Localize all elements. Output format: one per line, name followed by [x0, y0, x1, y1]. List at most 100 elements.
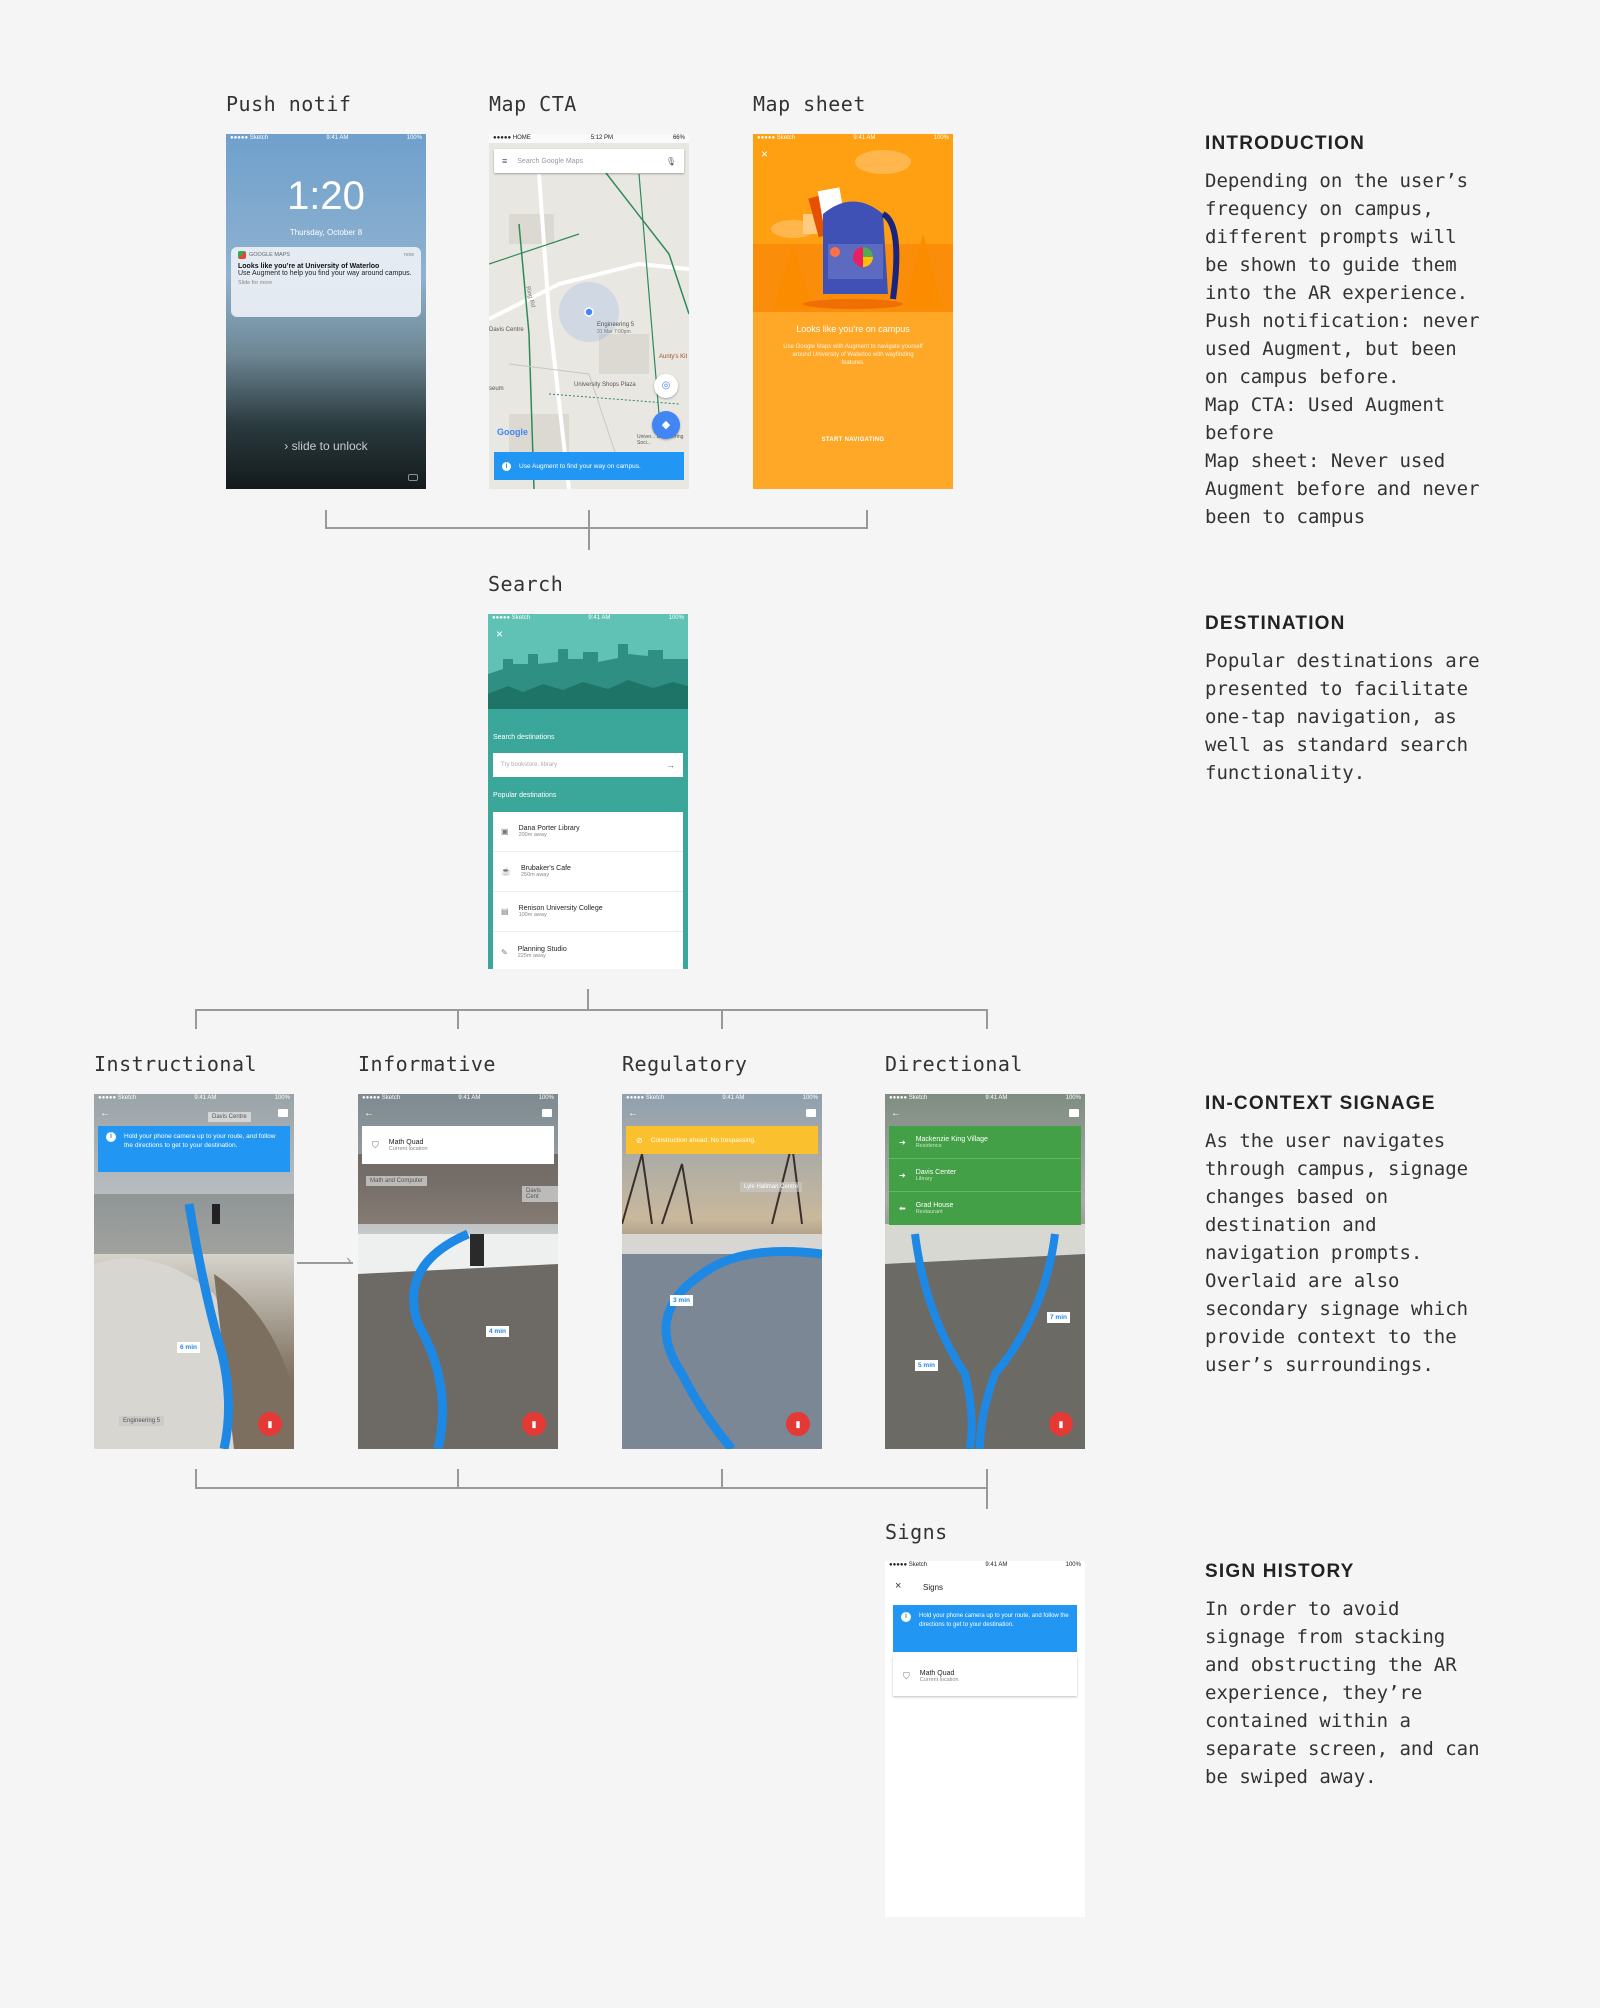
signs-icon[interactable] [542, 1109, 552, 1117]
secondary-sign-e5: Engineering 5 [119, 1416, 165, 1426]
location-card: ⛉ Math Quad Current location [362, 1126, 554, 1164]
signs-title: Signs [923, 1583, 944, 1592]
building-icon: ▤ [501, 907, 509, 916]
start-navigating-button[interactable]: START NAVIGATING [753, 437, 953, 443]
eta-badge: 7 min [1047, 1312, 1070, 1323]
google-logo: Google [497, 427, 528, 437]
eta-badge: 5 min [915, 1360, 938, 1371]
map-sheet-screen: ●●●●● Sketch 9:41 AM 100% × Looks like you… [753, 134, 953, 489]
map-fab[interactable]: ▮ [522, 1412, 546, 1436]
destination-search-input[interactable]: Try bookstore, library → [493, 753, 683, 777]
label-regulatory: Regulatory [622, 1052, 748, 1076]
campus-skyline-illustration [488, 614, 688, 744]
label-signs: Signs [885, 1520, 948, 1544]
arrow-right-icon: ➔ [899, 1137, 906, 1147]
shield-icon: ⛉ [372, 1139, 379, 1150]
popular-heading: Popular destinations [493, 792, 557, 799]
back-arrow-icon[interactable]: ← [891, 1108, 901, 1119]
map-label-davis: Davis Centre [489, 327, 524, 333]
sign-instruction-card[interactable]: i Hold your phone camera up to your rout… [893, 1605, 1077, 1652]
popular-list: ▣ Dana Porter Library 200m away ☕ Brubake… [493, 812, 683, 969]
lock-date: Thursday, October 8 [289, 228, 363, 237]
secondary-sign-davis: Davis Cent [522, 1186, 558, 1202]
regulatory-ar-screen: ●●●●● Sketch 9:41 AM 100% ← ⊘ Construction… [622, 1094, 822, 1449]
map-fab[interactable]: ▮ [786, 1412, 810, 1436]
map-label-plaza: University Shops Plaza [574, 382, 636, 388]
list-item[interactable]: ✎ Planning Studio 225m away [493, 932, 683, 969]
label-directional: Directional [885, 1052, 1023, 1076]
secondary-sign-math: Math and Computer [366, 1176, 428, 1186]
notif-title: Looks like you’re at University of Water… [238, 263, 380, 270]
map-cta-screen: ●●●●● HOME 5:12 PM 66% ≡ Search Google Map… [489, 134, 689, 489]
signs-icon[interactable] [278, 1109, 288, 1117]
cafe-icon: ☕ [501, 867, 511, 876]
backpack-illustration [753, 150, 953, 312]
sign-location-card[interactable]: ⛉ Math Quad Current location [893, 1656, 1077, 1696]
directions-card: ➔ Mackenzie King Village Residence ➔ Davi… [889, 1126, 1081, 1225]
informative-ar-screen: ●●●●● Sketch 9:41 AM 100% ← ⛉ Math Quad Cur… [358, 1094, 558, 1449]
map-fab[interactable]: ▮ [1049, 1412, 1073, 1436]
section-body: In order to avoid signage from stacking … [1205, 1598, 1480, 1788]
section-body: As the user navigates through campus, si… [1205, 1130, 1469, 1376]
back-arrow-icon[interactable]: ← [100, 1108, 110, 1119]
push-notif-screen: ●●●●● Sketch 9:41 AM 100% 1:20 Thursday, O… [226, 134, 426, 489]
google-maps-icon [238, 251, 246, 259]
arrow-right-icon: ➔ [899, 1170, 906, 1180]
info-icon: i [502, 461, 511, 471]
section-title: SIGN HISTORY [1205, 1561, 1355, 1582]
arrow-right-icon[interactable]: → [666, 760, 675, 770]
warning-card: ⊘ Construction ahead. No trespassing. [626, 1126, 818, 1154]
section-body: Depending on the user’s frequency on cam… [1205, 170, 1480, 528]
secondary-sign-lyle: Lyle Hallman Centre [740, 1182, 803, 1192]
direction-item[interactable]: ➔ Davis Center Library [889, 1159, 1081, 1192]
back-arrow-icon[interactable]: ← [364, 1108, 374, 1119]
signs-screen: ●●●●● Sketch 9:41 AM 100% × Signs i Hold y… [885, 1561, 1085, 1917]
section-destination: DESTINATION Popular destinations are pre… [1205, 613, 1585, 787]
camera-icon[interactable] [408, 474, 418, 481]
close-icon[interactable]: × [496, 627, 503, 641]
search-heading: Search destinations [493, 734, 555, 741]
map-label-aunty: Aunty's Kit [659, 354, 688, 360]
list-item[interactable]: ▣ Dana Porter Library 200m away [493, 812, 683, 852]
section-introduction: INTRODUCTION Depending on the user’s fre… [1205, 133, 1585, 531]
map-fab[interactable]: ▮ [258, 1412, 282, 1436]
eta-badge: 6 min [177, 1342, 200, 1353]
back-arrow-icon[interactable]: ← [628, 1108, 638, 1119]
shield-icon: ⛉ [903, 1670, 910, 1681]
slide-to-unlock[interactable]: › slide to unlock [226, 439, 426, 453]
label-map-cta: Map CTA [489, 92, 577, 116]
direction-item[interactable]: ⬅ Grad House Restaurant [889, 1192, 1081, 1225]
signs-icon[interactable] [806, 1109, 816, 1117]
sheet-title: Looks like you’re on campus [796, 324, 910, 334]
map-search-bar[interactable]: ≡ Search Google Maps 🎙 [494, 149, 684, 173]
notification-card[interactable]: GOOGLE MAPS now Looks like you’re at Uni… [231, 247, 421, 317]
sheet-body: Use Google Maps with Augment to navigate… [783, 344, 923, 366]
menu-icon[interactable]: ≡ [502, 156, 507, 166]
section-body: Popular destinations are presented to fa… [1205, 650, 1480, 784]
library-icon: ▣ [501, 827, 509, 836]
info-icon: i [901, 1612, 911, 1622]
instructional-ar-screen: ●●●●● Sketch 9:41 AM 100% ← Davis Centre i… [94, 1094, 294, 1449]
map-label-e5: Engineering 5 [597, 322, 635, 328]
pencil-icon: ✎ [501, 947, 508, 957]
label-search: Search [488, 572, 564, 596]
directional-ar-screen: ●●●●● Sketch 9:41 AM 100% ← ➔ Mackenzie Ki… [885, 1094, 1085, 1449]
my-location-button[interactable]: ◎ [654, 374, 678, 398]
label-map-sheet: Map sheet [753, 92, 866, 116]
map-label-e5-sub: 31 Mar 7:00pm [597, 329, 631, 335]
signs-icon[interactable] [1069, 1109, 1079, 1117]
list-item[interactable]: ☕ Brubaker's Cafe 250m away [493, 852, 683, 892]
label-instructional: Instructional [94, 1052, 258, 1076]
notif-body: Use Augment to help you find your way ar… [238, 270, 412, 277]
directions-button[interactable]: ◆ [652, 411, 680, 439]
microphone-icon[interactable]: 🎙 [666, 157, 676, 166]
augment-cta-banner[interactable]: i Use Augment to find your way on campus… [494, 452, 684, 480]
close-icon[interactable]: × [895, 1580, 901, 1592]
map-search-input[interactable]: Search Google Maps [517, 158, 656, 165]
direction-item[interactable]: ➔ Mackenzie King Village Residence [889, 1126, 1081, 1159]
label-informative: Informative [358, 1052, 496, 1076]
eta-badge: 4 min [486, 1326, 509, 1337]
info-icon: i [106, 1132, 116, 1142]
no-entry-icon: ⊘ [636, 1135, 643, 1145]
list-item[interactable]: ▤ Renison University College 100m away [493, 892, 683, 932]
